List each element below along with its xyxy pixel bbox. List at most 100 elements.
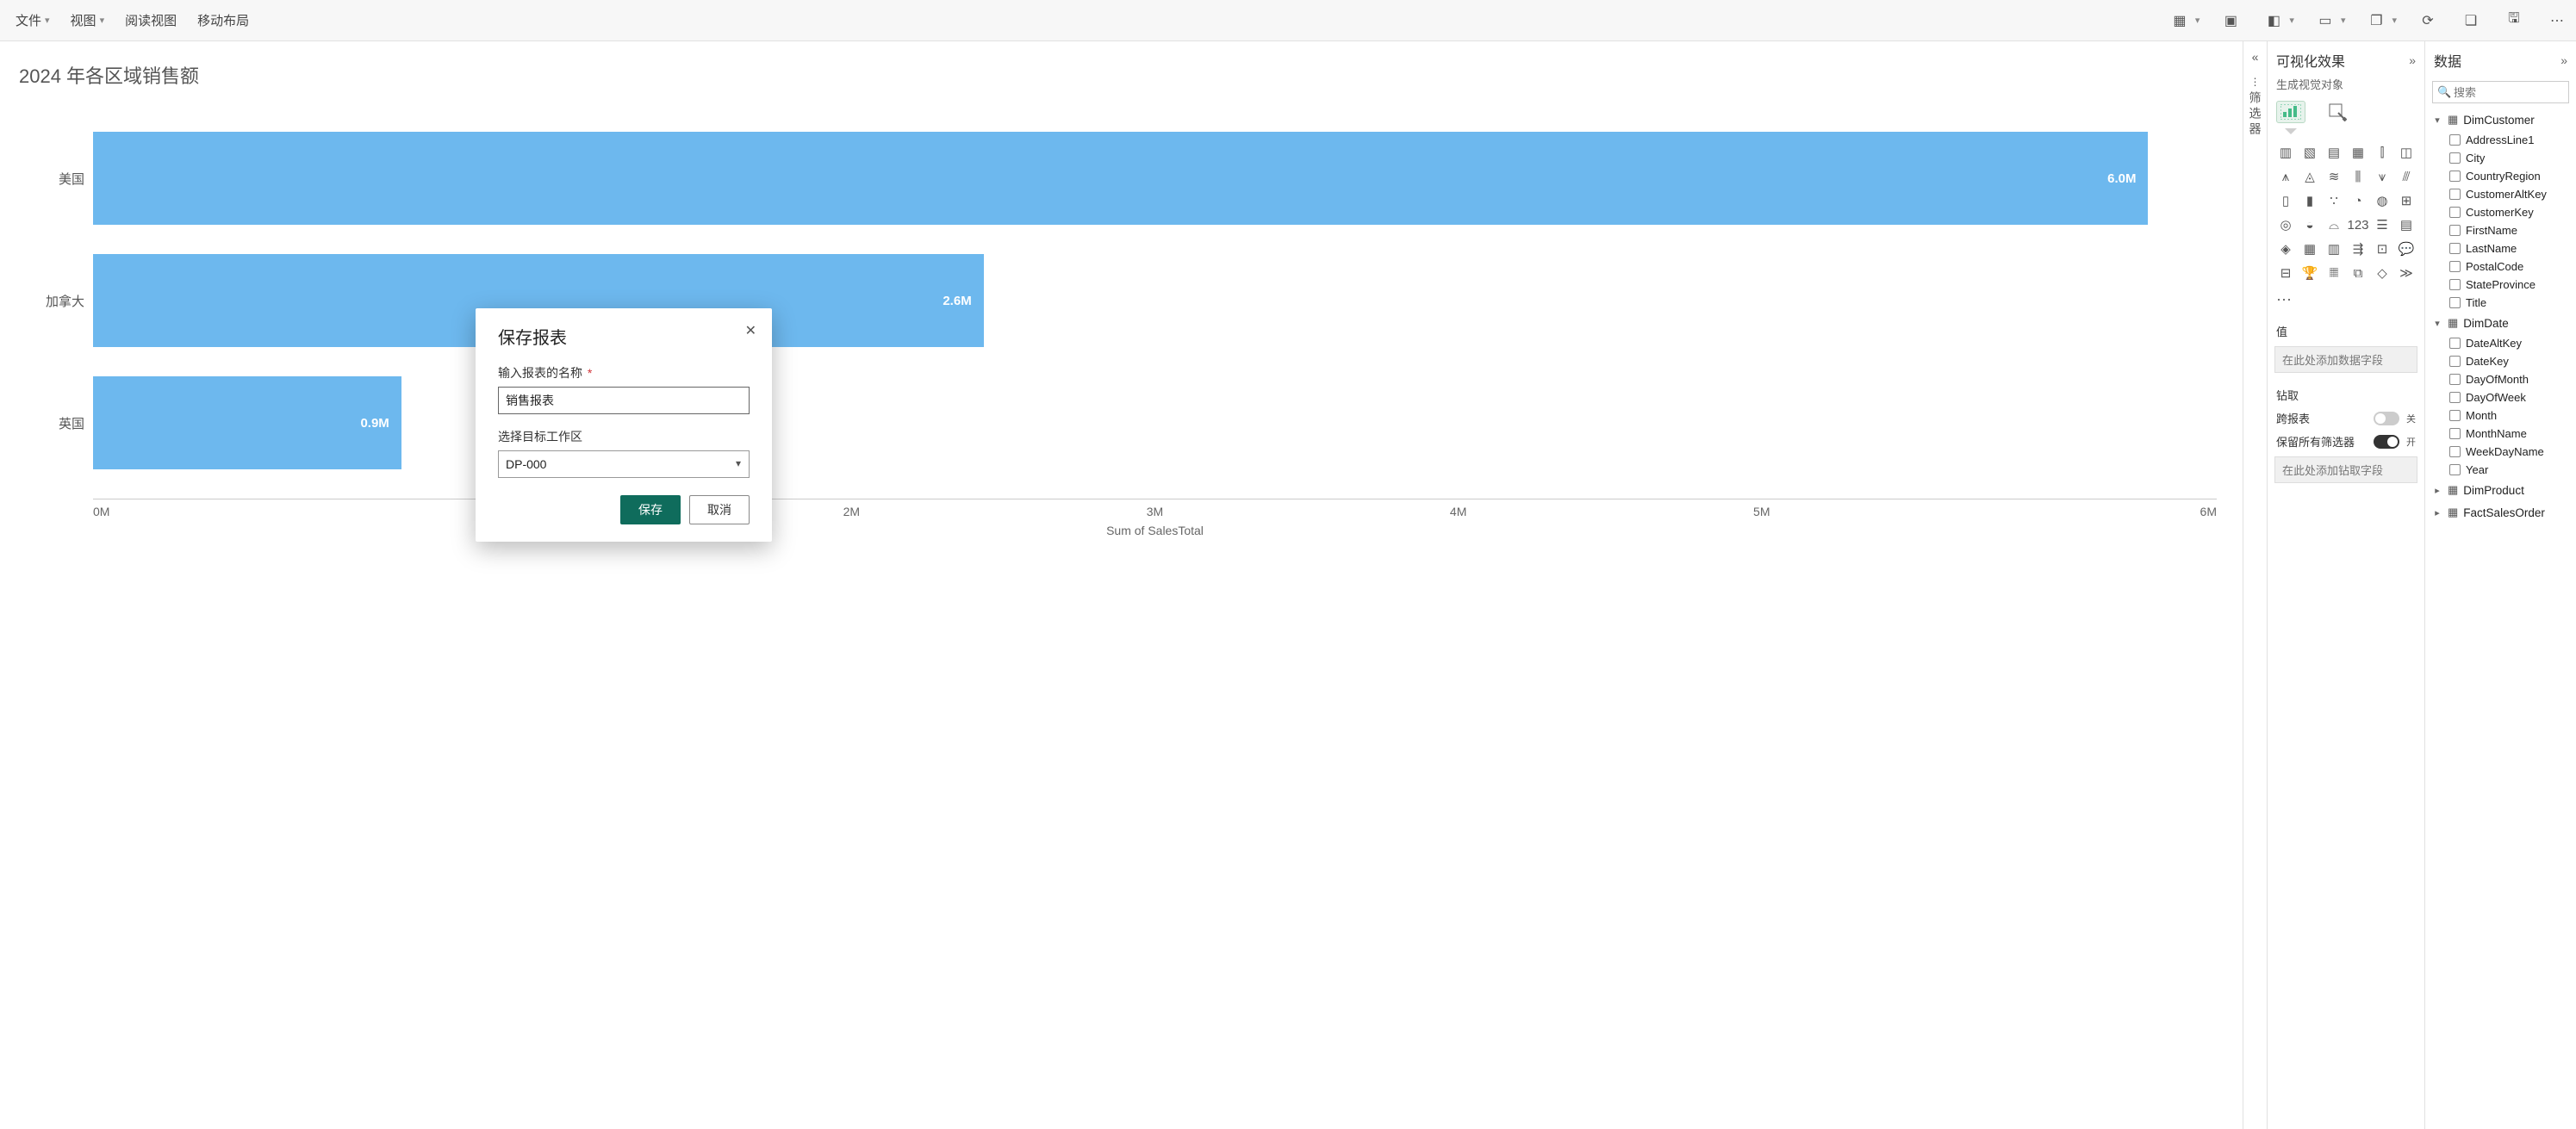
viz-type-icon[interactable]: ⩛ (2371, 165, 2393, 188)
field-checkbox[interactable] (2449, 428, 2461, 439)
tree-field[interactable]: WeekDayName (2429, 443, 2573, 461)
viz-type-icon[interactable]: ⧉ (2347, 262, 2369, 284)
tree-table[interactable]: ▾▦DimCustomer (2429, 109, 2573, 131)
viz-type-icon[interactable]: 123 (2347, 214, 2369, 236)
duplicate-icon[interactable]: ❏ (2459, 9, 2483, 33)
viz-type-icon[interactable]: ▦ (2299, 238, 2321, 260)
tree-field[interactable]: AddressLine1 (2429, 131, 2573, 149)
field-checkbox[interactable] (2449, 243, 2461, 254)
viz-type-icon[interactable]: 🏆 (2299, 262, 2321, 284)
bar-fill[interactable]: 6.0M (93, 132, 2148, 225)
values-field-well[interactable]: 在此处添加数据字段 (2274, 346, 2417, 373)
viz-type-icon[interactable]: ⊞ (2395, 189, 2417, 212)
field-checkbox[interactable] (2449, 392, 2461, 403)
viz-type-icon[interactable]: ∵ (2323, 189, 2345, 212)
field-checkbox[interactable] (2449, 374, 2461, 385)
viz-type-icon[interactable]: ▥ (2274, 141, 2297, 164)
field-checkbox[interactable] (2449, 338, 2461, 349)
viz-type-icon[interactable]: ▯ (2274, 189, 2297, 212)
keep-filters-toggle[interactable] (2374, 435, 2399, 449)
field-checkbox[interactable] (2449, 225, 2461, 236)
cancel-button[interactable]: 取消 (689, 495, 750, 524)
explore-icon[interactable]: ▦ (2168, 9, 2192, 33)
viz-type-icon[interactable]: ≫ (2395, 262, 2417, 284)
viz-type-icon[interactable]: ☰ (2371, 214, 2393, 236)
tree-field[interactable]: CountryRegion (2429, 167, 2573, 185)
save-button[interactable]: 保存 (620, 495, 681, 524)
viz-type-icon[interactable]: ▧ (2299, 141, 2321, 164)
field-checkbox[interactable] (2449, 171, 2461, 182)
viz-type-icon[interactable]: ◈ (2274, 238, 2297, 260)
field-checkbox[interactable] (2449, 261, 2461, 272)
tree-table[interactable]: ▸▦DimProduct (2429, 479, 2573, 501)
viz-type-icon[interactable]: ▮ (2299, 189, 2321, 212)
tree-field[interactable]: Year (2429, 461, 2573, 479)
chevron-left-icon[interactable]: « (2252, 50, 2259, 64)
tree-table[interactable]: ▾▦DimDate (2429, 312, 2573, 334)
tree-field[interactable]: FirstName (2429, 221, 2573, 239)
refresh-icon[interactable]: ⟳ (2416, 9, 2440, 33)
viz-type-icon[interactable]: ◔ (2347, 189, 2369, 212)
viz-type-icon[interactable]: ⌓ (2323, 214, 2345, 236)
viz-type-icon[interactable]: 💬 (2395, 238, 2417, 260)
tree-field[interactable]: CustomerAltKey (2429, 185, 2573, 203)
bookmark-icon[interactable]: ▣ (2218, 9, 2243, 33)
field-checkbox[interactable] (2449, 189, 2461, 200)
copy-page-icon[interactable]: ❐ (2364, 9, 2388, 33)
tree-field[interactable]: DateAltKey (2429, 334, 2573, 352)
workspace-select[interactable] (498, 450, 750, 478)
field-checkbox[interactable] (2449, 207, 2461, 218)
viz-type-icon[interactable]: 𝄜 (2323, 262, 2345, 284)
close-icon[interactable]: ✕ (742, 319, 760, 343)
tree-field[interactable]: Title (2429, 294, 2573, 312)
tree-field[interactable]: MonthName (2429, 425, 2573, 443)
build-visual-icon[interactable] (2276, 101, 2305, 123)
field-checkbox[interactable] (2449, 152, 2461, 164)
bar-chart[interactable]: 美国6.0M加拿大2.6M英国0.9M0M1M2M3M4M5M6MSum of … (93, 132, 2217, 537)
more-icon[interactable]: ⋯ (2545, 9, 2569, 33)
bar-fill[interactable]: 0.9M (93, 376, 401, 469)
viz-type-icon[interactable]: ▤ (2323, 141, 2345, 164)
report-name-input[interactable] (498, 387, 750, 414)
ribbon-reading-view[interactable]: 阅读视图 (116, 6, 185, 34)
viz-type-icon[interactable]: ▥ (2323, 238, 2345, 260)
cross-report-toggle[interactable] (2374, 412, 2399, 425)
shapes-icon[interactable]: ◧ (2262, 9, 2286, 33)
ribbon-view[interactable]: 视图 ▾ (62, 6, 114, 34)
tree-field[interactable]: City (2429, 149, 2573, 167)
format-visual-icon[interactable] (2323, 101, 2352, 123)
tree-field[interactable]: PostalCode (2429, 257, 2573, 276)
collapse-pane-icon[interactable]: » (2560, 53, 2567, 67)
viz-type-icon[interactable]: ⩚ (2274, 165, 2297, 188)
field-checkbox[interactable] (2449, 464, 2461, 475)
field-checkbox[interactable] (2449, 410, 2461, 421)
viz-type-icon[interactable]: ⫻ (2395, 165, 2417, 188)
viz-type-icon[interactable]: ≋ (2323, 165, 2345, 188)
save-icon[interactable]: 🖫 (2502, 9, 2526, 33)
field-checkbox[interactable] (2449, 279, 2461, 290)
data-search-input[interactable] (2432, 81, 2569, 103)
viz-type-icon[interactable]: ⫿ (2371, 141, 2393, 164)
tree-table[interactable]: ▸▦FactSalesOrder (2429, 501, 2573, 524)
field-checkbox[interactable] (2449, 134, 2461, 146)
viz-type-icon[interactable]: ⇶ (2347, 238, 2369, 260)
viz-type-icon[interactable]: ⫼ (2347, 165, 2369, 188)
collapse-pane-icon[interactable]: » (2409, 53, 2416, 67)
tree-field[interactable]: Month (2429, 406, 2573, 425)
field-checkbox[interactable] (2449, 356, 2461, 367)
tree-field[interactable]: DateKey (2429, 352, 2573, 370)
viz-type-icon[interactable]: ▤ (2395, 214, 2417, 236)
ribbon-mobile-layout[interactable]: 移动布局 (189, 6, 258, 34)
field-checkbox[interactable] (2449, 446, 2461, 457)
viz-type-icon[interactable]: ◎ (2274, 214, 2297, 236)
present-icon[interactable]: ▭ (2313, 9, 2337, 33)
field-checkbox[interactable] (2449, 297, 2461, 308)
viz-type-icon[interactable]: ◇ (2371, 262, 2393, 284)
ribbon-file[interactable]: 文件 ▾ (7, 6, 59, 34)
tree-field[interactable]: CustomerKey (2429, 203, 2573, 221)
viz-type-icon[interactable]: ⊡ (2371, 238, 2393, 260)
viz-more-icon[interactable]: ⋯ (2268, 289, 2424, 316)
filters-rail[interactable]: « ⋮ 筛选器 (2243, 41, 2267, 1129)
drill-field-well[interactable]: 在此处添加钻取字段 (2274, 456, 2417, 483)
tree-field[interactable]: StateProvince (2429, 276, 2573, 294)
